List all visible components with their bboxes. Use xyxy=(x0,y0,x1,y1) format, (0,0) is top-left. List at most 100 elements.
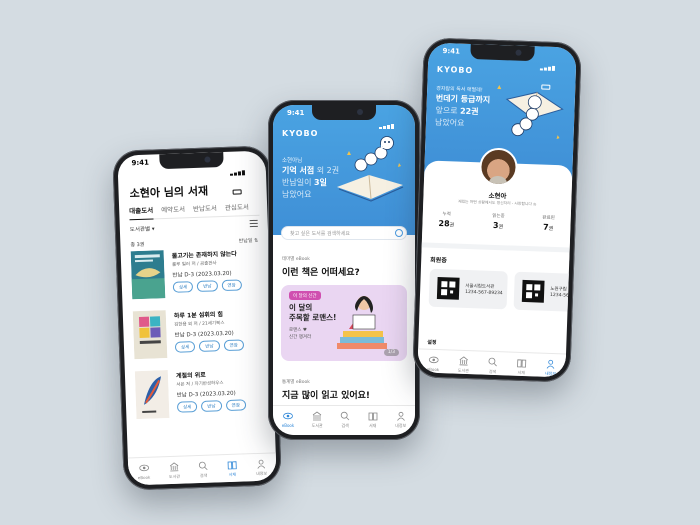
section-label: 테마별 eBook xyxy=(282,257,310,262)
library-icon xyxy=(459,356,468,366)
hero-remaining: 남았어요 xyxy=(282,190,312,199)
search-icon xyxy=(199,461,208,471)
book-icon xyxy=(368,412,378,421)
library-icon xyxy=(312,411,322,421)
list-view-icon[interactable] xyxy=(249,219,258,228)
page-title: 소현아 님의 서재 xyxy=(129,184,209,201)
tab-search[interactable]: 검색 xyxy=(487,357,498,375)
membership-card[interactable]: 노원구립 1234-567- xyxy=(513,271,577,313)
qr-code-icon xyxy=(521,279,545,303)
tab-library[interactable]: 도서관 xyxy=(458,356,470,374)
list-item[interactable]: 하루 1분 섬휘의 힘 김한용 외 저 / 21세기북스 반납 D-3 (202… xyxy=(132,307,267,372)
bottom-tab-bar: eBook 도서관 검색 서재 내정보 xyxy=(273,405,415,435)
screen: 9:41 소현아 님의 서재 대출도서 예약도서 반납도서 관심도서 도서관별 … xyxy=(117,150,277,486)
phone-library-shelf: 9:41 소현아 님의 서재 대출도서 예약도서 반납도서 관심도서 도서관별 … xyxy=(112,145,282,491)
extend-button[interactable]: 연장 xyxy=(221,279,242,292)
person-icon xyxy=(396,411,405,421)
detail-button[interactable]: 상세 xyxy=(176,401,198,413)
tab-shelf[interactable]: 서재 xyxy=(368,411,378,435)
tab-library[interactable]: 도서관 xyxy=(168,462,180,484)
hero-due-days: 3일 xyxy=(313,178,327,187)
screen: 9:41 KYOBO 소현아님 기억 서점 외 2권 반납일이 3일 남았어요 … xyxy=(273,105,415,435)
return-button[interactable]: 반납 xyxy=(199,340,220,352)
book-icon xyxy=(227,461,237,470)
book-author: 김한용 외 저 / 21세기북스 xyxy=(174,321,225,328)
detail-button[interactable]: 상세 xyxy=(172,281,194,293)
book-title: 물고기는 존재하지 않는다 xyxy=(171,250,237,260)
extend-button[interactable]: 연장 xyxy=(225,399,247,412)
tab-shelf[interactable]: 서재 xyxy=(227,460,238,482)
hero-extra-count: 외 2권 xyxy=(314,166,340,175)
membership-card[interactable]: 서울시립도서관 1234-567-89234 xyxy=(428,268,508,310)
hero-remaining-count: 22권 xyxy=(459,106,479,117)
promo-tag: 이 달의 신간 xyxy=(289,291,321,300)
promo-title: 이 달의 주목할 로맨스! xyxy=(289,303,337,322)
section-title: 지금 많이 읽고 있어요! xyxy=(282,391,371,401)
book-author: 서은 저 / 자기반성하우스 xyxy=(176,381,224,388)
section-label: 통계별 eBook xyxy=(282,380,310,385)
book-icon xyxy=(517,359,527,368)
list-item[interactable]: 물고기는 존재하지 않는다 룰루 밀러 저 / 곰출판사 반납 D-3 (202… xyxy=(130,247,265,312)
hero-grade: 번데기 등급까지 xyxy=(435,93,491,105)
tab-profile[interactable]: 내정보 xyxy=(256,459,268,481)
tab-shelf[interactable]: 서재 xyxy=(516,358,527,376)
screen: 9:41 KYOBO 경자람의 독서 애벌레! 번데기 등급까지 앞으로 22권… xyxy=(417,42,577,378)
bottom-tab-bar: eBook 도서관 검색 서재 내정보 xyxy=(417,348,567,378)
tab-reserved[interactable]: 예약도서 xyxy=(161,203,185,214)
status-time: 9:41 xyxy=(131,158,150,168)
tab-wishlist[interactable]: 관심도서 xyxy=(225,201,249,212)
hero-greeting: 소현아님 xyxy=(282,158,303,164)
tab-library[interactable]: 도서관 xyxy=(312,411,323,435)
promo-pagination: 1/3 xyxy=(383,349,399,356)
list-item[interactable]: 계절의 위로 서은 저 / 자기반성하우스 반납 D-3 (2023.03.20… xyxy=(134,367,269,432)
hero-message: 소현아님 기억 서점 외 2권 반납일이 3일 남았어요 xyxy=(282,157,339,201)
status-icons xyxy=(229,156,253,195)
search-icon xyxy=(340,411,350,421)
hero-message: 경자람의 독서 애벌레! 번데기 등급까지 앞으로 22권 남았어요 xyxy=(435,85,491,131)
search-placeholder: 찾고 싶은 도서를 검색하세요 xyxy=(290,231,350,237)
card-number: 1234-567- xyxy=(549,292,574,299)
section-title: 이런 책은 어떠세요? xyxy=(282,268,360,278)
stat-finished[interactable]: 완료된 7권 xyxy=(542,215,555,232)
tab-ebook[interactable]: eBook xyxy=(427,355,440,373)
promo-banner[interactable]: 이 달의 신간 이 달의 주목할 로맨스! 로맨스 ♥ 신간 챙겨라 1/3 xyxy=(281,285,407,361)
tab-ebook[interactable]: eBook xyxy=(137,463,150,485)
tab-search[interactable]: 검색 xyxy=(198,461,209,483)
library-icon xyxy=(169,462,179,472)
caterpillar-book-illustration xyxy=(337,136,404,202)
detail-button[interactable]: 상세 xyxy=(174,341,196,353)
return-button[interactable]: 반납 xyxy=(201,400,222,412)
stat-reading[interactable]: 읽는중 3권 xyxy=(492,213,505,230)
tab-returned[interactable]: 반납도서 xyxy=(193,202,217,213)
tab-profile[interactable]: 내정보 xyxy=(545,359,557,377)
card-number: 1234-567-89234 xyxy=(465,289,503,297)
tab-ebook[interactable]: eBook xyxy=(282,411,294,435)
status-time: 9:41 xyxy=(442,47,461,56)
notch xyxy=(159,151,224,170)
return-button[interactable]: 반납 xyxy=(196,280,218,292)
notch xyxy=(312,105,376,120)
search-input[interactable]: 찾고 싶은 도서를 검색하세요 xyxy=(281,226,407,240)
status-icons xyxy=(539,51,564,90)
extend-button[interactable]: 연장 xyxy=(223,339,245,352)
tab-search[interactable]: 검색 xyxy=(340,411,350,435)
arrow-right-icon[interactable] xyxy=(395,229,403,237)
phone-home: 9:41 KYOBO 소현아님 기억 서점 외 2권 반납일이 3일 남았어요 … xyxy=(268,100,420,440)
hero-book-title: 기억 서점 xyxy=(282,166,315,175)
stat-total[interactable]: 누적 28권 xyxy=(438,211,454,228)
book-cover xyxy=(132,310,168,360)
library-filter-dropdown[interactable]: 도서관별 ▾ xyxy=(130,224,155,233)
search-icon xyxy=(488,357,498,367)
tab-profile[interactable]: 내정보 xyxy=(395,411,406,435)
hero-due-label: 반납일이 xyxy=(282,178,314,187)
bottom-tab-bar: eBook 도서관 검색 서재 내정보 xyxy=(127,452,277,486)
card-library-name: 노원구립 xyxy=(550,286,567,293)
eye-icon xyxy=(138,464,149,472)
person-icon xyxy=(257,459,266,469)
tab-borrowed[interactable]: 대출도서 xyxy=(129,204,154,221)
sort-button[interactable]: 반납일 ⇅ xyxy=(239,237,259,245)
status-time: 9:41 xyxy=(287,109,305,117)
book-cover xyxy=(134,370,170,420)
reading-woman-illustration xyxy=(337,296,387,349)
book-due: 반납 D-3 (2023.03.20) xyxy=(176,390,236,399)
